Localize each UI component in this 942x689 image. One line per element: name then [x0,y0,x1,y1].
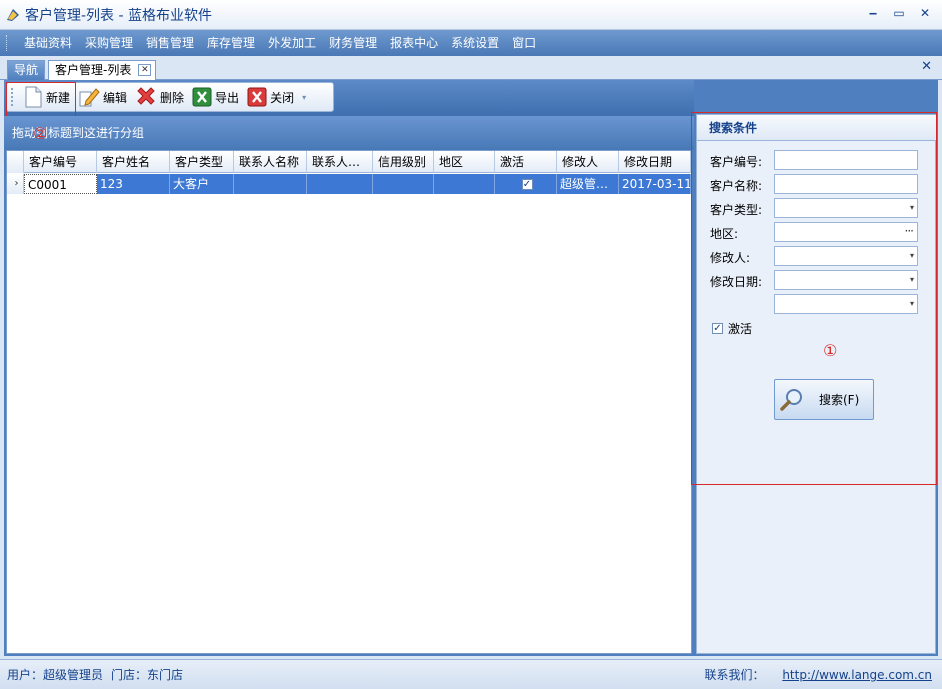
menu-inventory[interactable]: 库存管理 [201,30,261,56]
col-header-date[interactable]: 修改日期 [619,151,691,173]
close-window-button[interactable]: ✕ [912,4,938,22]
col-header-region[interactable]: 地区 [434,151,495,173]
status-user: 超级管理员 [43,668,104,682]
highlight-new-button-box [6,82,76,118]
delete-x-icon [137,87,155,105]
title-bar: 客户管理-列表 - 蓝格布业软件 ‒ ▭ ✕ [0,0,942,30]
status-user-label: 用户： [7,668,44,682]
tab-strip: 导航 客户管理-列表 ✕ ✕ [0,56,942,80]
customer-name-input[interactable] [774,174,918,194]
menu-outsourcing[interactable]: 外发加工 [262,30,322,56]
window-controls: ‒ ▭ ✕ [860,4,938,22]
edit-pencil-icon [79,88,100,107]
col-header-modifier[interactable]: 修改人 [557,151,619,173]
cell-code[interactable]: C0001 [24,174,97,194]
restore-button[interactable]: ▭ [886,4,912,22]
col-header-name[interactable]: 客户姓名 [97,151,170,173]
status-store: 东门店 [147,668,184,682]
menu-basic-data[interactable]: 基础资料 [18,30,78,56]
modify-date-to-select[interactable]: ▾ [774,294,918,314]
annotation-mark-1: ① [823,341,838,360]
chevron-down-icon[interactable]: ▾ [910,251,914,260]
cell-region[interactable] [434,174,495,194]
search-button-label: 搜索(F) [819,393,860,407]
menu-reports[interactable]: 报表中心 [384,30,444,56]
menu-sales[interactable]: 销售管理 [140,30,200,56]
col-header-type[interactable]: 客户类型 [170,151,234,173]
close-all-tabs-icon[interactable]: ✕ [921,59,932,74]
menu-bar: 基础资料 采购管理 销售管理 库存管理 外发加工 财务管理 报表中心 系统设置 … [0,30,942,56]
tab-customer-list-label: 客户管理-列表 [55,63,132,77]
label-customer-code: 客户编号: [710,155,763,169]
status-store-label: 门店： [111,668,148,682]
edit-button[interactable]: 编辑 [74,85,131,109]
row-indicator-header [7,151,24,173]
chevron-down-icon[interactable]: ▾ [910,275,914,284]
magnifier-icon [780,388,802,411]
customer-grid: 客户编号 客户姓名 客户类型 联系人名称 联系人… 信用级别 地区 激活 修改人… [6,150,692,654]
close-button[interactable]: 关闭 [243,85,298,109]
website-link[interactable]: http://www.lange.com.cn [782,668,932,682]
cell-contact[interactable] [234,174,307,194]
cell-date[interactable]: 2017-03-11 [619,174,691,194]
active-filter-label: 激活 [728,322,753,336]
chevron-down-icon[interactable]: ▾ [910,203,914,212]
grid-header: 客户编号 客户姓名 客户类型 联系人名称 联系人… 信用级别 地区 激活 修改人… [7,151,691,173]
excel-export-icon [192,87,212,107]
table-row[interactable]: › C0001 123 大客户 ✓ 超级管… 2017-03-11 [7,174,691,194]
label-modifier: 修改人: [710,251,751,265]
col-header-code[interactable]: 客户编号 [24,151,97,173]
chevron-down-icon[interactable]: ▾ [910,299,914,308]
label-modify-date: 修改日期: [710,275,763,289]
app-logo-icon [7,8,19,21]
group-by-panel[interactable]: 拖动列标题到这进行分组 [4,116,694,150]
menu-grip [6,35,9,51]
export-button[interactable]: 导出 [188,85,243,109]
ellipsis-icon[interactable]: ··· [905,224,915,238]
tab-navigation[interactable]: 导航 [7,60,46,80]
cell-active[interactable]: ✓ [495,174,557,194]
cell-type[interactable]: 大客户 [170,174,234,194]
tab-close-icon[interactable]: ✕ [138,64,152,76]
window-title: 客户管理-列表 - 蓝格布业软件 [25,7,213,24]
status-contact-label: 联系我们： [704,668,765,682]
cell-modifier[interactable]: 超级管… [557,174,619,194]
region-picker[interactable]: ··· [774,222,918,242]
delete-button[interactable]: 删除 [131,85,188,109]
close-red-icon [247,87,267,107]
toolbar-overflow-icon[interactable]: ▾ [302,93,306,102]
active-filter-checkbox[interactable]: ✓ [712,323,723,334]
status-bar: 用户： 超级管理员 门店： 东门店 联系我们： http://www.lange… [0,659,942,689]
col-header-contact2[interactable]: 联系人… [307,151,373,173]
search-button[interactable]: 搜索(F) [774,379,874,420]
cell-contact2[interactable] [307,174,373,194]
col-header-credit[interactable]: 信用级别 [373,151,434,173]
tab-customer-list[interactable]: 客户管理-列表 ✕ [48,60,157,80]
customer-code-input[interactable] [774,150,918,170]
label-customer-name: 客户名称: [710,179,763,193]
modifier-select[interactable]: ▾ [774,246,918,266]
active-filter[interactable]: ✓ 激活 [712,320,752,337]
delete-button-label: 删除 [160,90,185,105]
minimize-button[interactable]: ‒ [860,4,886,22]
col-header-active[interactable]: 激活 [495,151,557,173]
label-region: 地区: [710,227,739,241]
menu-settings[interactable]: 系统设置 [445,30,505,56]
close-button-label: 关闭 [270,90,295,105]
active-checkbox[interactable]: ✓ [521,179,533,190]
export-button-label: 导出 [215,90,240,105]
cell-name[interactable]: 123 [97,174,170,194]
menu-finance[interactable]: 财务管理 [323,30,383,56]
status-contact: 联系我们： http://www.lange.com.cn [704,666,932,683]
edit-button-label: 编辑 [103,90,128,105]
col-header-contact[interactable]: 联系人名称 [234,151,307,173]
annotation-mark-2: ② [33,124,48,143]
customer-type-select[interactable]: ▾ [774,198,918,218]
cell-credit[interactable] [373,174,434,194]
label-customer-type: 客户类型: [710,203,763,217]
row-indicator: › [7,174,24,194]
menu-purchase[interactable]: 采购管理 [79,30,139,56]
modify-date-from-select[interactable]: ▾ [774,270,918,290]
menu-window[interactable]: 窗口 [506,30,542,56]
